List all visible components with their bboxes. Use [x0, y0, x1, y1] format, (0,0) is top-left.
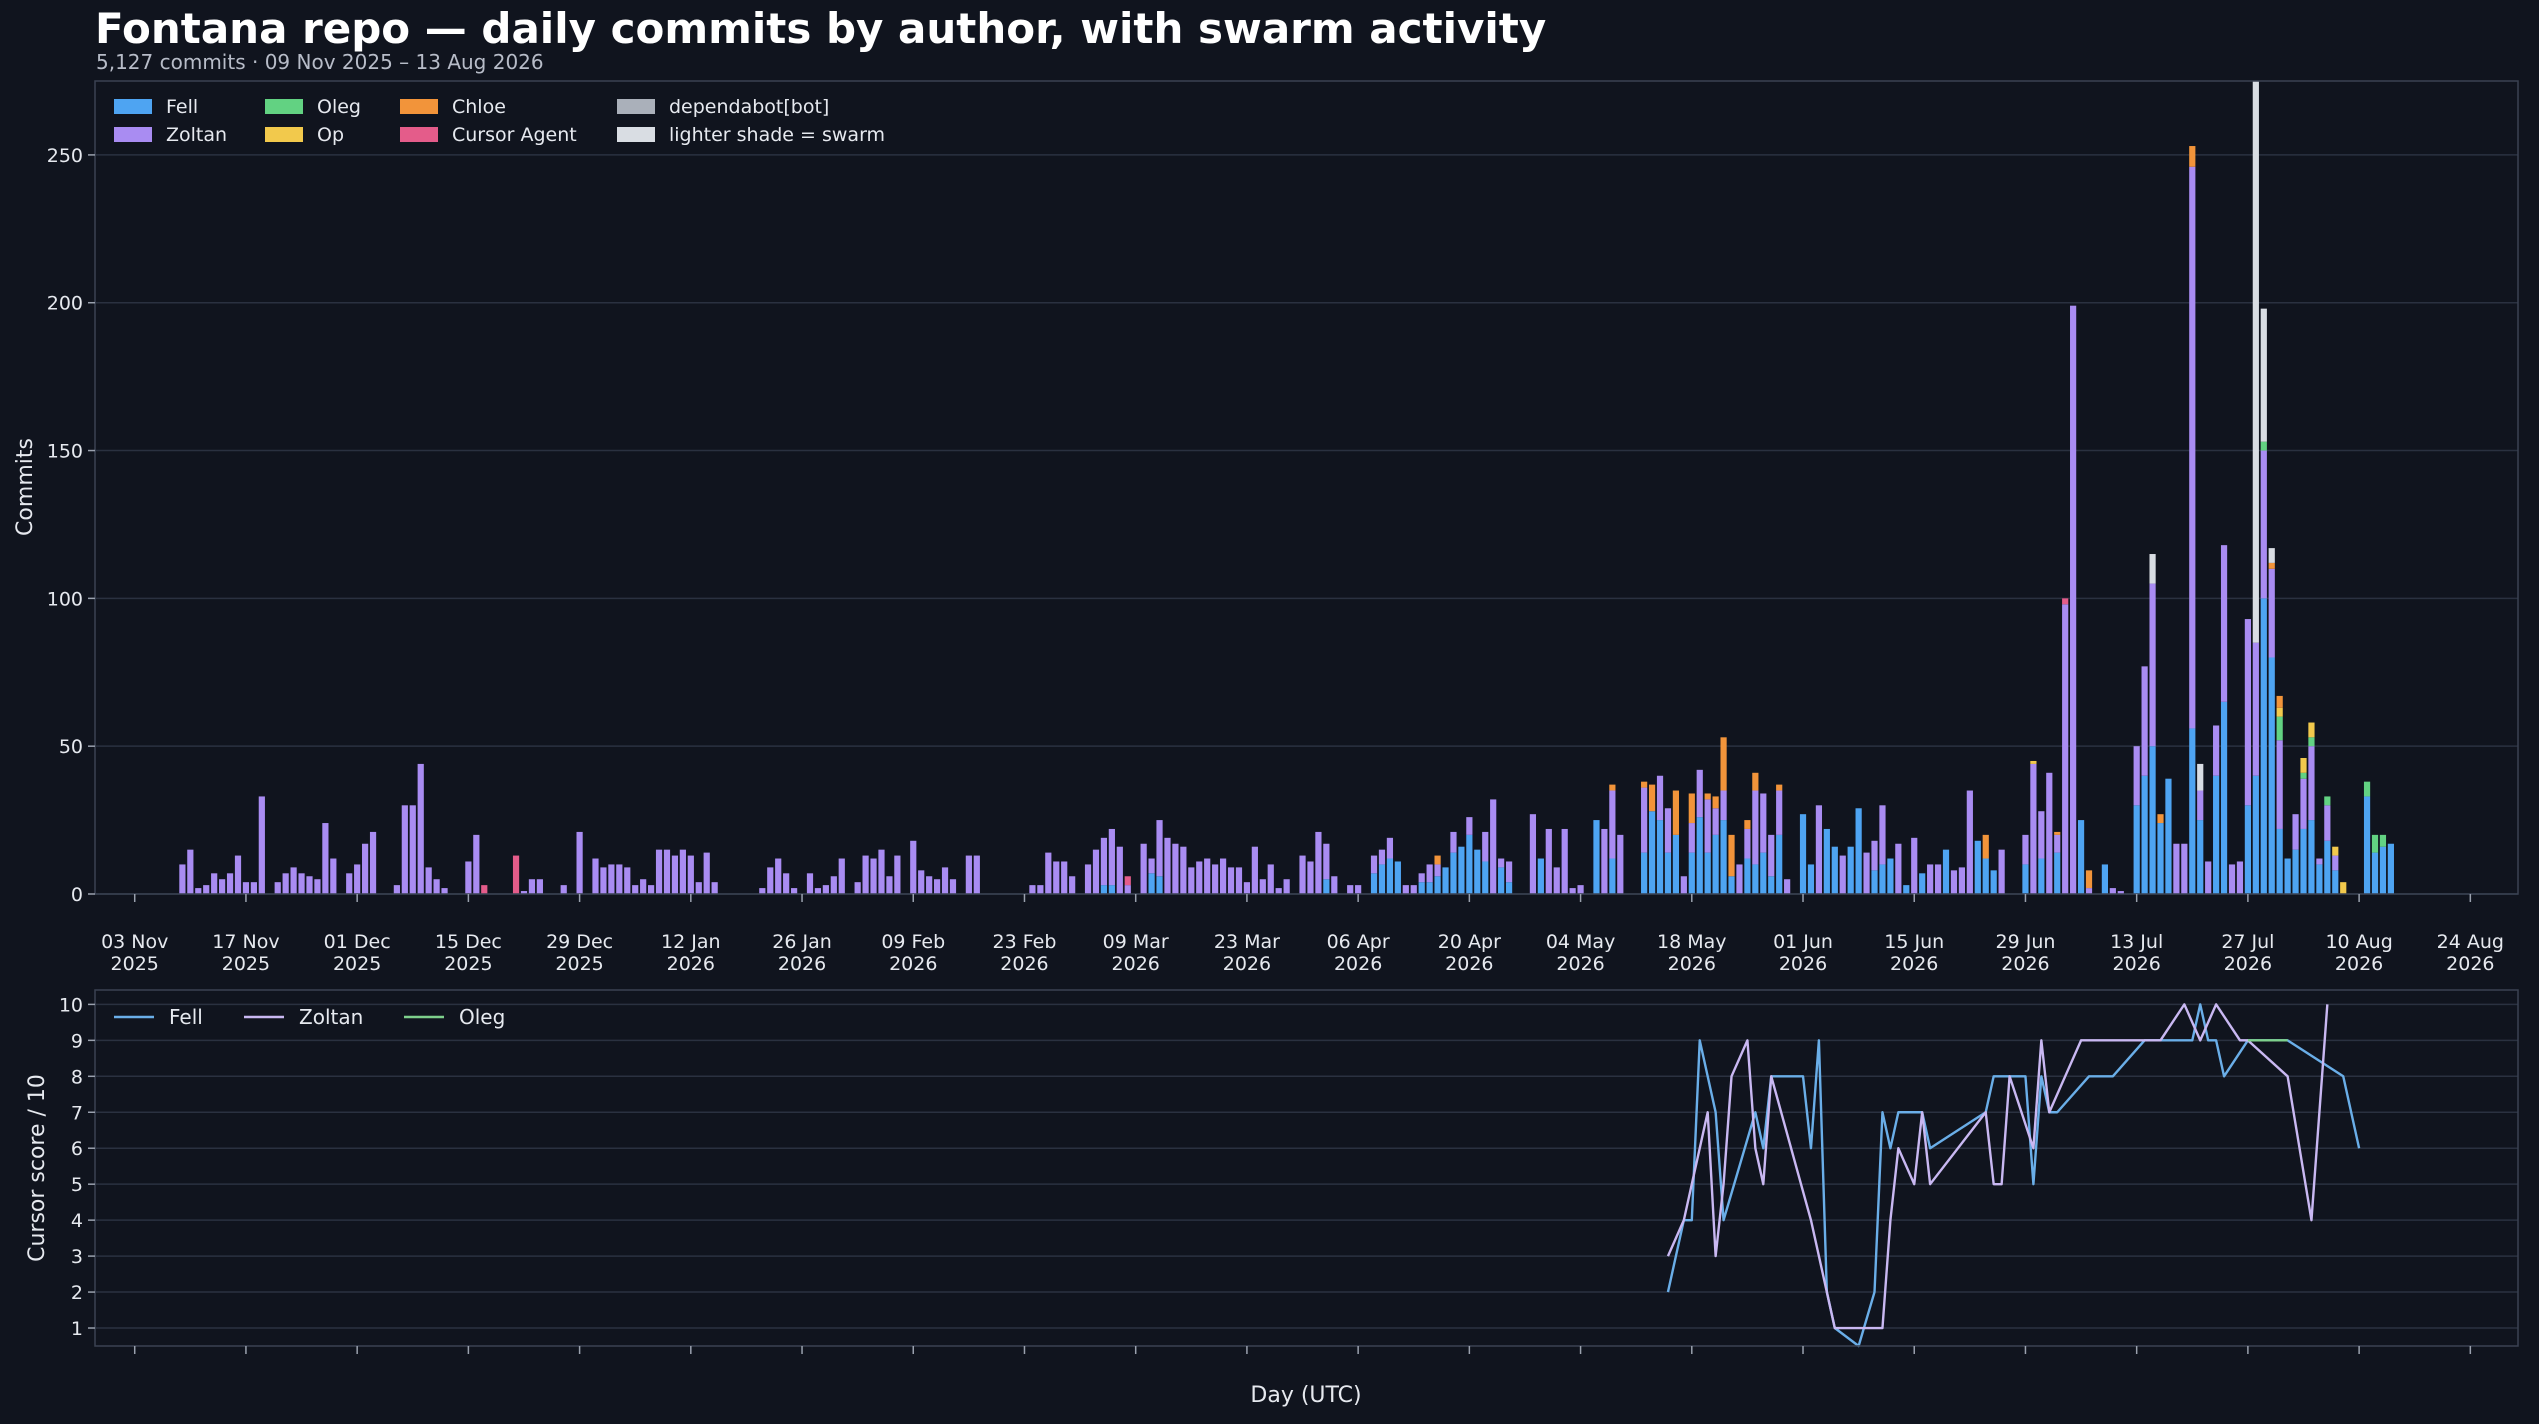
score-line-fell [1666, 1003, 2361, 1348]
x-axis-label: Day (UTC) [1250, 1383, 1361, 1408]
bottom-y-axis-label: Cursor score / 10 [25, 1074, 50, 1262]
bottom-y-tick-label: 5 [71, 1174, 83, 1196]
cursor-score-chart: 12345678910 Cursor score / 10 Day (UTC) … [25, 989, 2519, 1408]
bottom-y-tick-label: 1 [71, 1318, 83, 1340]
legend-label-oleg: Oleg [459, 1005, 505, 1029]
bottom-y-tick-label: 3 [71, 1246, 83, 1268]
bottom-y-tick-label: 8 [71, 1066, 83, 1088]
legend-label-fell: Fell [169, 1005, 203, 1029]
bottom-y-tick-label: 2 [71, 1282, 83, 1304]
bottom-y-ticks: 1 2 3 4 5 6 7 8 9 10 [59, 994, 2472, 1354]
bottom-legend: Fell Zoltan Oleg [114, 1005, 505, 1029]
figure: Fontana repo — daily commits by author, … [0, 0, 2539, 1424]
bottom-y-tick-label: 4 [71, 1210, 83, 1232]
bottom-y-tick-label: 6 [71, 1138, 83, 1160]
bottom-y-tick-label: 10 [59, 994, 83, 1016]
bottom-y-tick-label: 7 [71, 1102, 83, 1124]
score-lines [1666, 1003, 2361, 1348]
score-line-zoltan [1666, 1003, 2329, 1330]
bottom-y-tick-label: 9 [71, 1030, 83, 1052]
bottom-gridlines [95, 1003, 2518, 1329]
legend-label-zoltan: Zoltan [299, 1005, 363, 1029]
